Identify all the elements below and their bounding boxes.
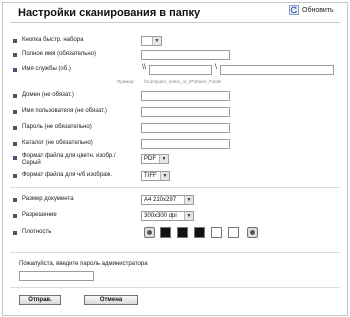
service-name-label: Имя службы (об.) xyxy=(22,66,71,72)
service-path-prefix: \\ xyxy=(142,64,146,71)
service-host-input[interactable] xyxy=(149,65,212,75)
service-share-input[interactable] xyxy=(220,65,334,75)
chevron-down-icon: ▼ xyxy=(159,155,168,163)
directory-label: Каталог (не обязательно) xyxy=(22,140,93,146)
full-name-label: Полное имя (обязательно) xyxy=(22,51,97,57)
density-level-3[interactable] xyxy=(194,227,205,238)
bullet-icon xyxy=(13,53,17,57)
density-level-4[interactable] xyxy=(211,227,222,238)
domain-label: Домен (не обязат.) xyxy=(22,92,74,98)
admin-password-input[interactable] xyxy=(19,271,94,281)
cancel-button[interactable]: Отмена xyxy=(84,295,138,305)
density-label: Плотность xyxy=(22,229,52,235)
refresh-button[interactable]: Обновить xyxy=(289,4,334,16)
bullet-icon xyxy=(13,94,17,98)
chevron-down-icon: ▼ xyxy=(160,172,169,180)
document-size-select[interactable]: A4 210x297 ▼ xyxy=(141,195,194,205)
page-title: Настройки сканирования в папку xyxy=(18,7,201,19)
bullet-icon xyxy=(13,231,17,235)
density-decrease-icon[interactable] xyxy=(144,227,155,238)
bw-format-value: TIFF xyxy=(144,173,157,179)
chevron-down-icon: ▼ xyxy=(152,37,161,45)
resolution-value: 300x300 dpi xyxy=(144,213,177,219)
density-level-5[interactable] xyxy=(228,227,239,238)
submit-button[interactable]: Отправ. xyxy=(19,295,61,305)
density-level-1[interactable] xyxy=(160,227,171,238)
density-level-2[interactable] xyxy=(177,227,188,238)
resolution-label: Разрешение xyxy=(22,212,57,218)
color-gray-format-label: Формат файла для цветн. изобр./Серый xyxy=(22,153,116,166)
speed-dial-key-select[interactable]: ▼ xyxy=(141,36,162,46)
password-label: Пароль (не обязательно) xyxy=(22,124,92,130)
bullet-icon xyxy=(13,142,17,146)
bullet-icon xyxy=(13,126,17,130)
bullet-icon xyxy=(13,110,17,114)
bw-format-select[interactable]: TIFF ▼ xyxy=(141,171,170,181)
document-size-value: A4 210x297 xyxy=(144,197,177,203)
password-input[interactable] xyxy=(141,123,230,133)
bullet-icon xyxy=(13,39,17,43)
admin-password-prompt: Пожалуйста, введите пароль администратор… xyxy=(19,261,148,267)
section-divider xyxy=(10,187,340,188)
chevron-down-icon: ▼ xyxy=(184,212,193,220)
resolution-select[interactable]: 300x300 dpi ▼ xyxy=(141,211,194,221)
user-name-input[interactable] xyxy=(141,107,230,117)
directory-input[interactable] xyxy=(141,139,230,149)
document-size-label: Размер документа xyxy=(22,196,74,202)
example-text: \\Computer_name_or_IP\Share_Folder xyxy=(144,79,222,84)
bullet-icon xyxy=(13,214,17,218)
bw-format-label: Формат файла для ч/б изображ. xyxy=(22,172,113,178)
density-increase-icon[interactable] xyxy=(247,227,258,238)
section-divider xyxy=(10,287,340,288)
domain-input[interactable] xyxy=(141,91,230,101)
bullet-icon xyxy=(13,68,17,72)
full-name-input[interactable] xyxy=(141,50,230,60)
bullet-icon xyxy=(13,174,17,178)
color-gray-format-value: PDF xyxy=(144,156,156,162)
user-name-label: Имя пользователя (не обязат.) xyxy=(22,108,107,114)
chevron-down-icon: ▼ xyxy=(184,196,193,204)
section-divider xyxy=(10,252,340,253)
refresh-label: Обновить xyxy=(302,6,334,14)
title-divider xyxy=(10,22,340,23)
speed-dial-key-label: Кнопка быстр. набора xyxy=(22,37,84,43)
example-label: Пример: xyxy=(117,79,135,84)
color-gray-format-select[interactable]: PDF ▼ xyxy=(141,154,169,164)
bullet-icon xyxy=(13,198,17,202)
bullet-icon xyxy=(13,156,17,160)
refresh-icon xyxy=(289,5,299,15)
service-path-separator: \ xyxy=(215,64,217,71)
